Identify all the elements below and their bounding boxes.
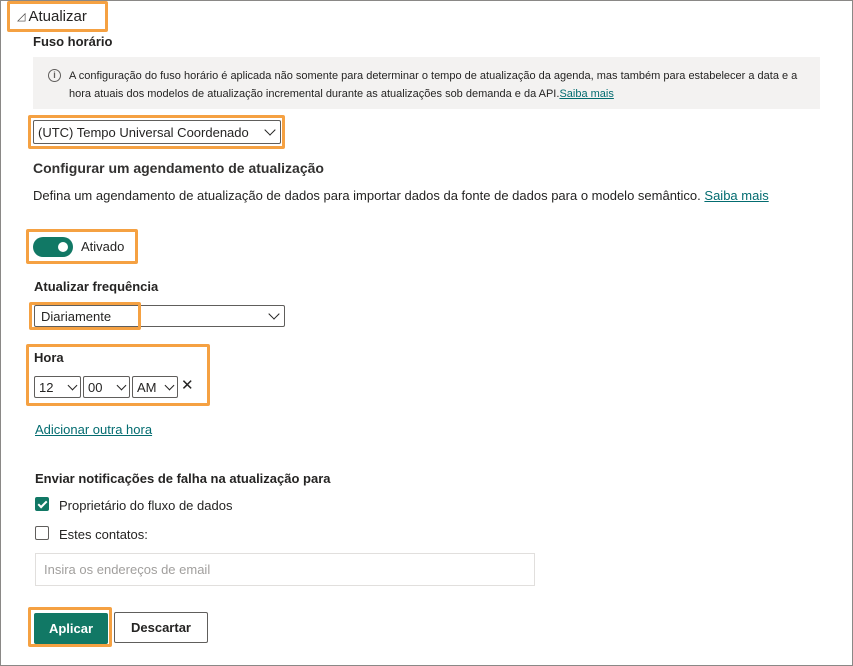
email-placeholder: Insira os endereços de email xyxy=(44,562,211,577)
info-icon: i xyxy=(48,69,61,82)
schedule-description: Defina um agendamento de atualização de … xyxy=(33,188,701,203)
timezone-select[interactable]: (UTC) Tempo Universal Coordenado xyxy=(33,120,281,144)
chevron-down-icon xyxy=(164,380,175,390)
notifications-label: Enviar notificações de falha na atualiza… xyxy=(35,471,331,486)
minute-value: 00 xyxy=(88,379,103,395)
timezone-learn-more-link[interactable]: Saiba mais xyxy=(559,88,613,100)
ampm-value: AM xyxy=(137,379,157,395)
time-label: Hora xyxy=(34,350,64,365)
frequency-selected-value: Diariamente xyxy=(41,308,112,324)
minute-select[interactable]: 00 xyxy=(83,376,130,398)
timezone-info-box: i A configuração do fuso horário é aplic… xyxy=(33,57,820,109)
discard-button[interactable]: Descartar xyxy=(114,612,208,643)
owner-checkbox[interactable] xyxy=(35,497,49,511)
frequency-label: Atualizar frequência xyxy=(34,279,159,294)
contacts-checkbox[interactable] xyxy=(35,526,49,540)
frequency-select[interactable]: Diariamente xyxy=(34,305,285,327)
refresh-section-toggle[interactable]: ◿ Atualizar xyxy=(7,1,107,31)
schedule-heading: Configurar um agendamento de atualização xyxy=(33,160,324,176)
hour-value: 12 xyxy=(39,379,54,395)
hour-select[interactable]: 12 xyxy=(34,376,81,398)
remove-time-icon[interactable]: ✕ xyxy=(181,376,194,394)
chevron-down-icon xyxy=(268,308,280,320)
schedule-learn-more-link[interactable]: Saiba mais xyxy=(704,188,768,203)
owner-checkbox-label: Proprietário do fluxo de dados xyxy=(59,498,233,513)
ampm-select[interactable]: AM xyxy=(132,376,178,398)
timezone-selected-value: (UTC) Tempo Universal Coordenado xyxy=(38,124,249,140)
schedule-toggle[interactable] xyxy=(33,237,73,257)
schedule-description-block: Defina um agendamento de atualização de … xyxy=(33,187,813,205)
chevron-down-icon xyxy=(67,380,78,390)
timezone-label: Fuso horário xyxy=(33,34,113,49)
collapse-triangle-icon: ◿ xyxy=(17,10,26,23)
chevron-down-icon xyxy=(116,380,127,390)
schedule-toggle-label: Ativado xyxy=(81,239,125,254)
add-time-link[interactable]: Adicionar outra hora xyxy=(35,422,152,437)
toggle-knob xyxy=(58,242,68,252)
timezone-info-text: A configuração do fuso horário é aplicad… xyxy=(69,67,814,103)
chevron-down-icon xyxy=(264,124,276,136)
section-title: Atualizar xyxy=(28,7,87,25)
timezone-info-message: A configuração do fuso horário é aplicad… xyxy=(69,70,798,100)
apply-button[interactable]: Aplicar xyxy=(34,613,108,644)
email-input[interactable]: Insira os endereços de email xyxy=(35,553,535,586)
contacts-checkbox-label: Estes contatos: xyxy=(59,527,148,542)
